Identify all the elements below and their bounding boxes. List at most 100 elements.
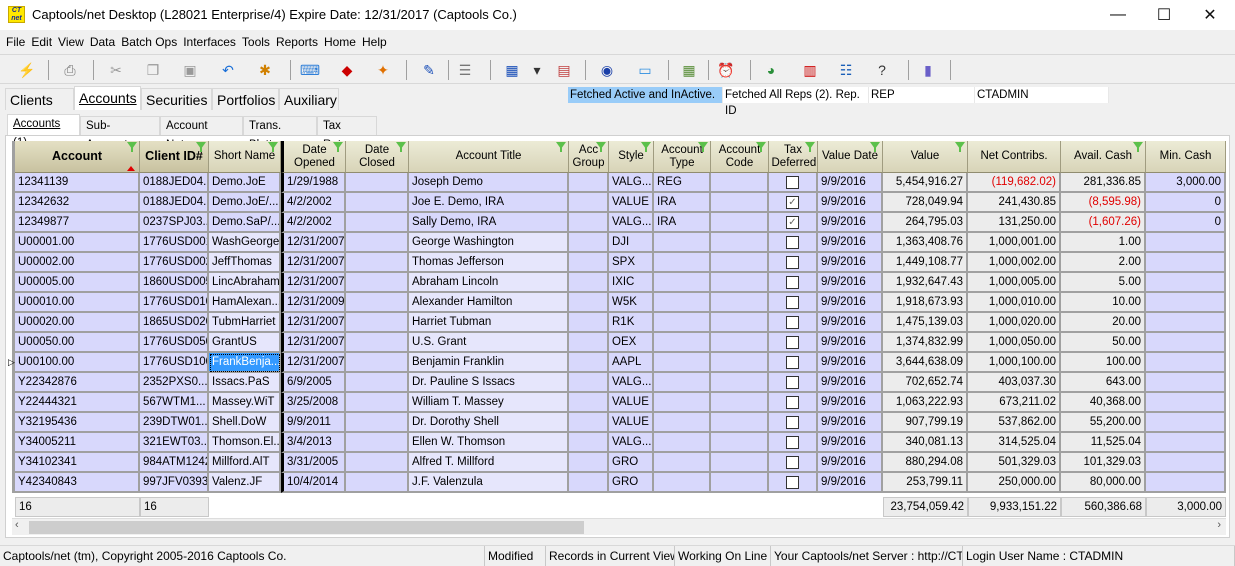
filter-icon[interactable] — [396, 142, 406, 152]
cell-style[interactable]: VALG... — [609, 213, 654, 233]
cell-value-date[interactable]: 9/9/2016 — [818, 213, 883, 233]
cell-account-title[interactable]: Harriet Tubman — [409, 313, 569, 333]
cell-acc-group[interactable] — [569, 413, 609, 433]
column-header-account-code[interactable]: Account Code — [711, 141, 769, 173]
column-header-acc-group[interactable]: Acc Group — [569, 141, 609, 173]
cell-date-closed[interactable] — [346, 293, 409, 313]
cell-account-code[interactable] — [711, 333, 769, 353]
filter-icon[interactable] — [870, 142, 880, 152]
cell-net-contribs[interactable]: 1,000,002.00 — [968, 253, 1061, 273]
edit-document-button[interactable]: ✎ — [419, 60, 439, 80]
cell-account-type[interactable] — [654, 233, 711, 253]
cell-style[interactable]: VALUE — [609, 193, 654, 213]
cell-net-contribs[interactable]: 1,000,020.00 — [968, 313, 1061, 333]
cell-acc-group[interactable] — [569, 453, 609, 473]
cell-date-opened[interactable]: 12/31/2007 — [281, 253, 346, 273]
exit-door-button[interactable]: ▮ — [918, 60, 938, 80]
cell-acc-group[interactable] — [569, 333, 609, 353]
cell-account-title[interactable]: Dr. Pauline S Issacs — [409, 373, 569, 393]
scrollbar-thumb[interactable] — [29, 521, 584, 534]
table-row[interactable]: 12342632 0188JED04... Demo.JoE/... 4/2/2002… — [12, 193, 1226, 213]
cell-account-code[interactable] — [711, 393, 769, 413]
filter-icon[interactable] — [698, 142, 708, 152]
cell-account-title[interactable]: J.F. Valenzula — [409, 473, 569, 493]
cell-account-code[interactable] — [711, 473, 769, 493]
cell-account[interactable]: U00010.00 — [15, 293, 140, 313]
keyboard-button[interactable]: ⌨ — [300, 60, 320, 80]
cell-net-contribs[interactable]: 673,211.02 — [968, 393, 1061, 413]
column-header-tax-deferred[interactable]: Tax Deferred — [769, 141, 818, 173]
cell-date-opened[interactable]: 12/31/2007 — [281, 333, 346, 353]
cell-acc-group[interactable] — [569, 433, 609, 453]
menu-view[interactable]: View — [58, 35, 84, 49]
cell-style[interactable]: SPX — [609, 253, 654, 273]
table-row[interactable]: Y34005211 321EWT03... Thomson.El... 3/4/201… — [12, 433, 1226, 453]
cell-value[interactable]: 728,049.94 — [883, 193, 968, 213]
window-button[interactable]: ▭ — [635, 60, 655, 80]
cell-value[interactable]: 1,475,139.03 — [883, 313, 968, 333]
cell-short-name[interactable]: Demo.JoE — [209, 173, 281, 193]
cell-short-name[interactable]: Massey.WiT — [209, 393, 281, 413]
cell-account[interactable]: 12349877 — [15, 213, 140, 233]
cell-account-code[interactable] — [711, 193, 769, 213]
cell-acc-group[interactable] — [569, 353, 609, 373]
cell-tax-deferred[interactable] — [769, 273, 818, 293]
table-row[interactable]: U00100.00 1776USD100 FrankBenja... 12/31/20… — [12, 353, 1226, 373]
cell-style[interactable]: R1K — [609, 313, 654, 333]
cell-client-id[interactable]: 239DTW01... — [140, 413, 209, 433]
filter-icon[interactable] — [127, 142, 137, 152]
cell-client-id[interactable]: 0188JED04... — [140, 193, 209, 213]
cell-style[interactable]: AAPL — [609, 353, 654, 373]
cell-value-date[interactable]: 9/9/2016 — [818, 233, 883, 253]
cell-style[interactable]: VALG... — [609, 433, 654, 453]
checkbox-unchecked[interactable] — [786, 176, 799, 189]
tab-securities[interactable]: Securities — [141, 88, 212, 110]
cell-date-closed[interactable] — [346, 453, 409, 473]
cell-tax-deferred[interactable] — [769, 413, 818, 433]
cell-avail-cash[interactable]: 101,329.03 — [1061, 453, 1146, 473]
checkbox-unchecked[interactable] — [786, 336, 799, 349]
cell-avail-cash[interactable]: 11,525.04 — [1061, 433, 1146, 453]
cell-short-name[interactable]: WashGeorge — [209, 233, 281, 253]
cell-value-date[interactable]: 9/9/2016 — [818, 253, 883, 273]
cell-account-type[interactable] — [654, 313, 711, 333]
cell-account[interactable]: U00001.00 — [15, 233, 140, 253]
cell-client-id[interactable]: 2352PXS0... — [140, 373, 209, 393]
cell-account[interactable]: Y34102341 — [15, 453, 140, 473]
cell-min-cash[interactable] — [1146, 473, 1226, 493]
cell-tax-deferred[interactable] — [769, 473, 818, 493]
cell-value[interactable]: 264,795.03 — [883, 213, 968, 233]
checkbox-unchecked[interactable] — [786, 356, 799, 369]
checkbox-unchecked[interactable] — [786, 256, 799, 269]
cell-date-closed[interactable] — [346, 473, 409, 493]
column-header-date-closed[interactable]: Date Closed — [346, 141, 409, 173]
column-header-date-opened[interactable]: Date Opened — [281, 141, 346, 173]
cell-date-opened[interactable]: 12/31/2007 — [281, 273, 346, 293]
cell-account-title[interactable]: Thomas Jefferson — [409, 253, 569, 273]
menu-file[interactable]: File — [6, 35, 25, 49]
cell-account-code[interactable] — [711, 213, 769, 233]
cell-account-type[interactable] — [654, 293, 711, 313]
tab-clients[interactable]: Clients (1) — [5, 88, 74, 130]
checkbox-checked[interactable]: ✓ — [786, 216, 799, 229]
cell-date-opened[interactable]: 3/31/2005 — [281, 453, 346, 473]
menu-reports[interactable]: Reports — [276, 35, 318, 49]
cell-style[interactable]: VALG... — [609, 373, 654, 393]
cell-avail-cash[interactable]: 5.00 — [1061, 273, 1146, 293]
cell-account-type[interactable] — [654, 473, 711, 493]
cell-value-date[interactable]: 9/9/2016 — [818, 293, 883, 313]
column-header-account-title[interactable]: Account Title — [409, 141, 569, 173]
cell-value-date[interactable]: 9/9/2016 — [818, 173, 883, 193]
cell-account[interactable]: Y22444321 — [15, 393, 140, 413]
cell-client-id[interactable]: 1776USD010 — [140, 293, 209, 313]
menu-home[interactable]: Home — [324, 35, 356, 49]
cell-account-title[interactable]: Benjamin Franklin — [409, 353, 569, 373]
cell-account-title[interactable]: U.S. Grant — [409, 333, 569, 353]
cell-tax-deferred[interactable]: ✓ — [769, 193, 818, 213]
cell-short-name[interactable]: JeffThomas — [209, 253, 281, 273]
cell-value[interactable]: 907,799.19 — [883, 413, 968, 433]
cell-value[interactable]: 340,081.13 — [883, 433, 968, 453]
cell-net-contribs[interactable]: 403,037.30 — [968, 373, 1061, 393]
cell-min-cash[interactable] — [1146, 373, 1226, 393]
undo-button[interactable]: ↶ — [218, 60, 238, 80]
